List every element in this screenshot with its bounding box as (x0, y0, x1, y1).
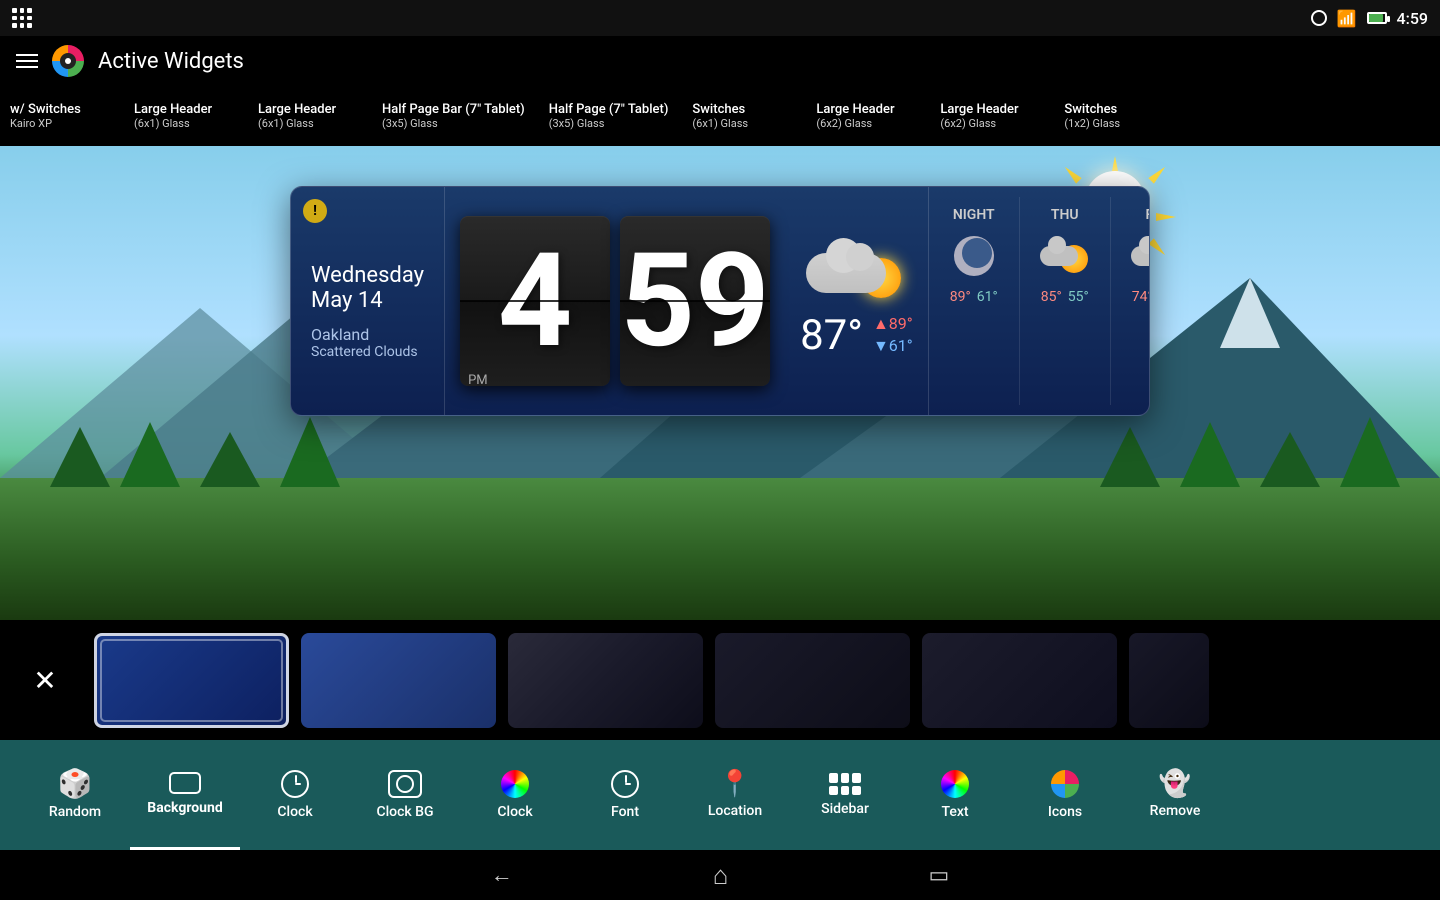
widget-item[interactable]: Switches (1x2) Glass (1064, 102, 1164, 130)
recents-button[interactable]: ▭ (928, 863, 949, 888)
flip-hour: 4 PM (460, 216, 610, 386)
toolbar-clock2-label: Clock (497, 804, 532, 820)
toolbar-clock2[interactable]: Clock (460, 740, 570, 850)
toolbar-background-label: Background (147, 800, 222, 816)
clock-bg-icon (388, 770, 422, 798)
back-button[interactable]: ← (491, 862, 513, 888)
status-bar: 📶 4:59 (0, 0, 1440, 36)
forecast-night-icon (949, 231, 999, 281)
background-icon (169, 772, 201, 794)
widget-item[interactable]: Half Page Bar (7" Tablet) (3x5) Glass (382, 102, 525, 130)
location-icon: 📍 (719, 771, 751, 797)
toolbar-font[interactable]: Font (570, 740, 680, 850)
skin-thumb-6[interactable] (1129, 633, 1209, 728)
status-right: 📶 4:59 (1311, 9, 1428, 28)
flip-hour-number: 4 (498, 236, 573, 366)
toolbar-background[interactable]: Background (130, 740, 240, 850)
skin-thumb-selected[interactable] (94, 633, 289, 728)
weather-city: Oakland (311, 325, 424, 344)
hamburger-icon[interactable] (16, 54, 38, 68)
flip-minute: 59 (620, 216, 770, 386)
grid-icon (12, 8, 32, 28)
status-clock-icon (1311, 10, 1327, 26)
home-button[interactable]: ⌂ (713, 860, 729, 891)
toolbar-sidebar-label: Sidebar (821, 801, 869, 817)
battery-icon (1367, 12, 1387, 24)
toolbar-clockbg-label: Clock BG (376, 804, 433, 820)
skin-thumb-2[interactable] (301, 633, 496, 728)
current-weather: 87° ▲89° ▼61° (785, 187, 928, 415)
app-logo (52, 45, 84, 77)
toolbar-clock-label: Clock (277, 804, 312, 820)
toolbar-sidebar[interactable]: Sidebar (790, 740, 900, 850)
widget-item[interactable]: Large Header (6x2) Glass (940, 102, 1040, 130)
widget-carousel[interactable]: w/ Switches Kairo XP Large Header (6x1) … (0, 86, 1440, 146)
weather-day: Wednesday (311, 263, 424, 288)
temp-low: ▼61° (873, 336, 913, 356)
widget-item[interactable]: Half Page (7" Tablet) (3x5) Glass (549, 102, 669, 130)
status-time: 4:59 (1397, 9, 1429, 28)
current-temp: 87° (800, 311, 863, 360)
widget-item[interactable]: Large Header (6x1) Glass (134, 102, 234, 130)
forecast-fri-icon (1131, 231, 1150, 281)
main-content: ! Wednesday May 14 Oakland Scattered Clo… (0, 146, 1440, 620)
temp-range: ▲89° ▼61° (873, 314, 913, 356)
forecast-thu-icon (1040, 231, 1090, 281)
weather-alert-icon: ! (303, 199, 327, 223)
flip-clock: 4 PM 59 (445, 187, 785, 415)
skin-row: ✕ (0, 620, 1440, 740)
temp-high: ▲89° (873, 314, 913, 334)
toolbar-remove-label: Remove (1150, 803, 1201, 819)
skin-thumb-4[interactable] (715, 633, 910, 728)
close-button[interactable]: ✕ (20, 655, 70, 705)
forecast-fri: FRI 74° 54° (1111, 197, 1150, 405)
status-left (12, 8, 32, 28)
text-color-icon (941, 770, 969, 798)
toolbar-clock-bg[interactable]: Clock BG (350, 740, 460, 850)
app-title: Active Widgets (98, 49, 244, 74)
ghost-icon: 👻 (1159, 771, 1191, 797)
widget-item[interactable]: Switches (6x1) Glass (692, 102, 792, 130)
skin-thumb-3[interactable] (508, 633, 703, 728)
toolbar-icons[interactable]: Icons (1010, 740, 1120, 850)
forecast-thu: THU 85° 55° (1020, 197, 1111, 405)
app-header: Active Widgets (0, 36, 1440, 86)
bottom-palette: 🎲 Random Background Clock Clock BG Clock… (0, 740, 1440, 850)
wifi-icon: 📶 (1337, 9, 1357, 28)
weather-condition: Scattered Clouds (311, 344, 424, 360)
weather-date: May 14 (311, 288, 424, 313)
toolbar-text-label: Text (941, 804, 968, 820)
dice-icon: 🎲 (58, 770, 93, 798)
toolbar-icons-label: Icons (1048, 804, 1082, 820)
toolbar-location-label: Location (708, 803, 762, 819)
widget-item[interactable]: Large Header (6x2) Glass (816, 102, 916, 130)
toolbar-random-label: Random (49, 804, 101, 820)
icons-icon (1051, 770, 1079, 798)
font-clock-icon (611, 770, 639, 798)
toolbar-random[interactable]: 🎲 Random (20, 740, 130, 850)
flip-minute-number: 59 (620, 236, 769, 366)
flip-period: PM (468, 373, 488, 388)
skin-thumb-5[interactable] (922, 633, 1117, 728)
toolbar-remove[interactable]: 👻 Remove (1120, 740, 1230, 850)
weather-widget: ! Wednesday May 14 Oakland Scattered Clo… (290, 186, 1150, 416)
forecast-area: NIGHT 89° 61° THU 8 (928, 187, 1150, 415)
toolbar-location[interactable]: 📍 Location (680, 740, 790, 850)
toolbar-text[interactable]: Text (900, 740, 1010, 850)
current-weather-icon (806, 243, 906, 303)
color-wheel-icon (501, 770, 529, 798)
toolbar-clock[interactable]: Clock (240, 740, 350, 850)
sidebar-icon (829, 773, 861, 795)
toolbar-font-label: Font (611, 804, 639, 820)
widget-item[interactable]: w/ Switches Kairo XP (10, 102, 110, 130)
widget-item[interactable]: Large Header (6x1) Glass (258, 102, 358, 130)
nav-bar: ← ⌂ ▭ (0, 850, 1440, 900)
forecast-night: NIGHT 89° 61° (929, 197, 1020, 405)
clock-icon (281, 770, 309, 798)
